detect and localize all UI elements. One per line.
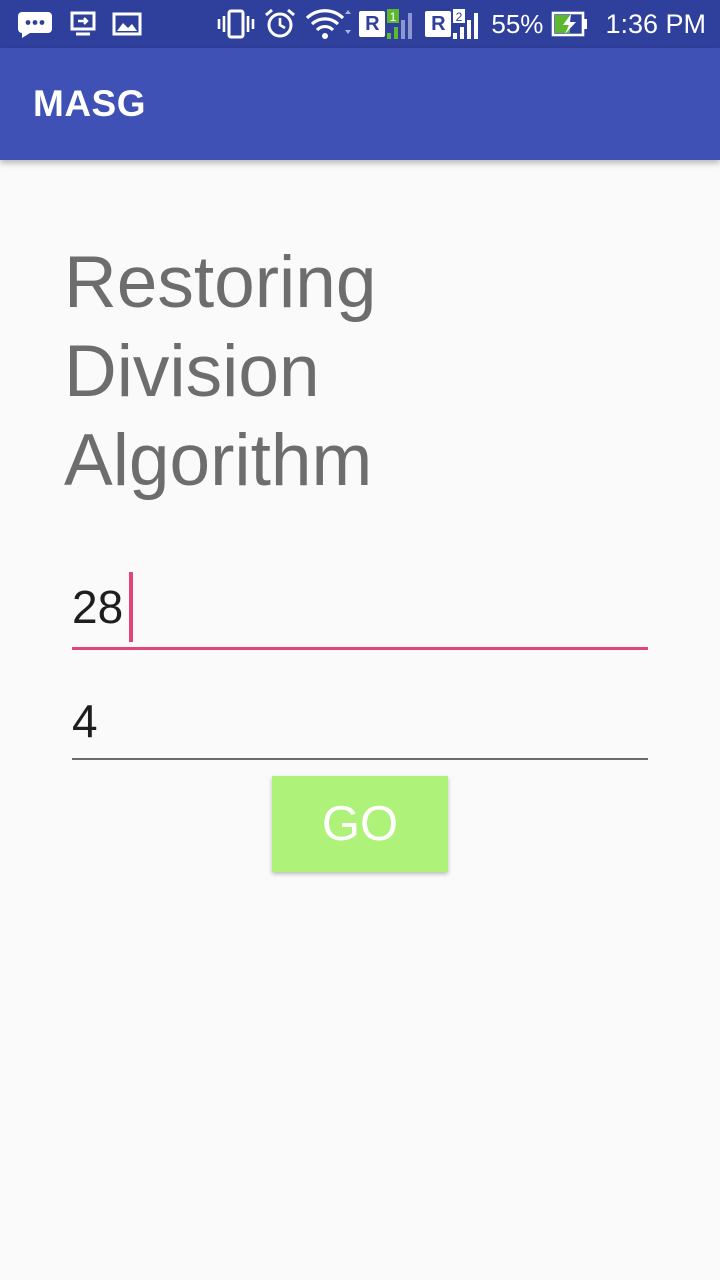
- sim2-slot: 2: [456, 10, 463, 24]
- battery-percent: 55%: [491, 8, 544, 39]
- vibrate-icon: [217, 8, 255, 40]
- status-bar-system: R 1 R 2 55% 1:36 PM: [217, 7, 706, 41]
- divisor-input[interactable]: [72, 694, 648, 748]
- text-cursor: [129, 572, 133, 642]
- app-title: MASG: [33, 83, 146, 124]
- go-button[interactable]: GO: [272, 776, 448, 872]
- heading-line-1: Restoring: [64, 242, 377, 323]
- image-icon: [112, 10, 142, 38]
- sim1-slot: 1: [390, 10, 397, 24]
- screen-cast-icon: [68, 9, 98, 39]
- wifi-icon: [305, 8, 352, 40]
- sim1-badge: R: [359, 11, 386, 37]
- signal-icon: R 2: [425, 7, 483, 41]
- dividend-field[interactable]: [72, 572, 648, 650]
- chat-bubble-icon: [16, 9, 54, 39]
- sim2-badge: R: [425, 11, 452, 37]
- heading-line-3: Algorithm: [64, 420, 373, 501]
- status-bar-notifications: [16, 9, 142, 39]
- heading-line-2: Division: [64, 331, 320, 412]
- divisor-field[interactable]: [72, 694, 648, 760]
- status-bar: R 1 R 2 55% 1:36 PM: [0, 0, 720, 48]
- alarm-icon: [263, 7, 297, 41]
- dividend-input[interactable]: [72, 580, 648, 634]
- page-heading: Restoring Division Algorithm: [64, 238, 484, 505]
- battery-charging-icon: [551, 10, 589, 38]
- signal-icon: R 1: [359, 7, 417, 41]
- app-bar: MASG: [0, 48, 720, 160]
- status-time: 1:36 PM: [605, 8, 706, 39]
